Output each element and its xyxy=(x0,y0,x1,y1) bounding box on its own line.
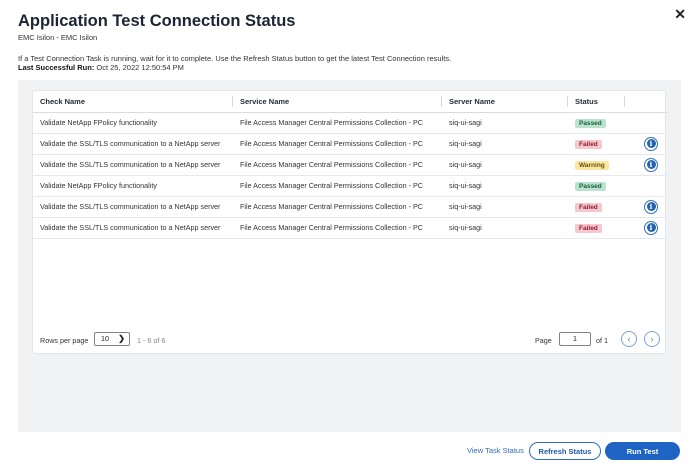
info-icon: i xyxy=(646,223,656,232)
column-header-server-name[interactable]: Server Name xyxy=(442,91,568,113)
cell-service-name: File Access Manager Central Permissions … xyxy=(233,154,442,176)
chevron-right-icon: › xyxy=(650,334,654,344)
table-row: Validate the SSL/TLS communication to a … xyxy=(33,217,667,239)
table-header-row: Check Name Service Name Server Name Stat… xyxy=(33,91,667,113)
refresh-status-button[interactable]: Refresh Status xyxy=(529,442,601,460)
chevron-left-icon: ‹ xyxy=(627,334,631,344)
table-row: Validate the SSL/TLS communication to a … xyxy=(33,154,667,176)
page-subtitle: EMC Isilon - EMC Isilon xyxy=(18,33,98,42)
cell-check-name: Validate NetApp FPolicy functionality xyxy=(33,175,233,197)
last-run: Last Successful Run: Oct 25, 2022 12:50:… xyxy=(18,63,184,72)
chevron-down-icon: ❯ xyxy=(118,334,125,343)
cell-actions xyxy=(625,175,667,197)
column-header-actions xyxy=(625,91,667,113)
info-button[interactable]: i xyxy=(644,199,658,214)
page-label: Page xyxy=(535,336,552,345)
cell-status: Failed xyxy=(568,133,625,155)
results-card: Check Name Service Name Server Name Stat… xyxy=(32,90,667,354)
cell-service-name: File Access Manager Central Permissions … xyxy=(233,112,442,134)
status-badge: Passed xyxy=(575,181,606,191)
last-run-value: Oct 25, 2022 12:50:54 PM xyxy=(96,63,184,72)
cell-service-name: File Access Manager Central Permissions … xyxy=(233,133,442,155)
cell-status: Failed xyxy=(568,196,625,218)
page-total: of 1 xyxy=(596,336,608,345)
info-text: If a Test Connection Task is running, wa… xyxy=(18,54,452,63)
cell-check-name: Validate the SSL/TLS communication to a … xyxy=(33,217,233,239)
content-panel: Check Name Service Name Server Name Stat… xyxy=(18,80,681,432)
page-title: Application Test Connection Status xyxy=(18,12,296,30)
cell-check-name: Validate NetApp FPolicy functionality xyxy=(33,112,233,134)
info-icon: i xyxy=(646,202,656,211)
run-test-button[interactable]: Run Test xyxy=(605,442,680,460)
cell-actions: i xyxy=(625,154,667,176)
pagination-bar: Rows per page 10 ❯ 1 - 6 of 6 Page 1 of … xyxy=(33,327,665,353)
cell-check-name: Validate the SSL/TLS communication to a … xyxy=(33,133,233,155)
cell-service-name: File Access Manager Central Permissions … xyxy=(233,175,442,197)
cell-status: Warning xyxy=(568,154,625,176)
status-badge: Passed xyxy=(575,118,606,128)
cell-status: Failed xyxy=(568,217,625,239)
cell-actions: i xyxy=(625,196,667,218)
cell-actions: i xyxy=(625,133,667,155)
info-button[interactable]: i xyxy=(644,157,658,172)
rows-per-page-select[interactable]: 10 ❯ xyxy=(94,332,130,346)
cell-status: Passed xyxy=(568,112,625,134)
status-badge: Failed xyxy=(575,139,602,149)
status-badge: Warning xyxy=(575,160,609,170)
status-badge: Failed xyxy=(575,202,602,212)
cell-status: Passed xyxy=(568,175,625,197)
table-row: Validate NetApp FPolicy functionality Fil… xyxy=(33,112,667,134)
table-row: Validate the SSL/TLS communication to a … xyxy=(33,133,667,155)
cell-service-name: File Access Manager Central Permissions … xyxy=(233,217,442,239)
table-row: Validate NetApp FPolicy functionality Fil… xyxy=(33,175,667,197)
status-badge: Failed xyxy=(575,223,602,233)
cell-server-name: siq-ui-sagi xyxy=(442,154,568,176)
cell-server-name: siq-ui-sagi xyxy=(442,175,568,197)
previous-page-button[interactable]: ‹ xyxy=(621,331,637,347)
cell-server-name: siq-ui-sagi xyxy=(442,196,568,218)
column-header-service-name[interactable]: Service Name xyxy=(233,91,442,113)
info-button[interactable]: i xyxy=(644,220,658,235)
close-icon[interactable]: ✕ xyxy=(674,6,686,23)
last-run-label: Last Successful Run: xyxy=(18,63,95,72)
info-button[interactable]: i xyxy=(644,136,658,151)
view-task-status-link[interactable]: View Task Status xyxy=(467,446,524,455)
cell-check-name: Validate the SSL/TLS communication to a … xyxy=(33,196,233,218)
column-header-status[interactable]: Status xyxy=(568,91,625,113)
cell-service-name: File Access Manager Central Permissions … xyxy=(233,196,442,218)
rows-per-page-label: Rows per page xyxy=(40,336,89,345)
row-range: 1 - 6 of 6 xyxy=(137,336,166,345)
info-icon: i xyxy=(646,139,656,148)
info-icon: i xyxy=(646,160,656,169)
page-input[interactable]: 1 xyxy=(559,332,591,346)
cell-check-name: Validate the SSL/TLS communication to a … xyxy=(33,154,233,176)
results-table: Check Name Service Name Server Name Stat… xyxy=(33,91,667,239)
next-page-button[interactable]: › xyxy=(644,331,660,347)
cell-actions xyxy=(625,112,667,134)
rows-per-page-value: 10 xyxy=(101,334,109,343)
cell-actions: i xyxy=(625,217,667,239)
cell-server-name: siq-ui-sagi xyxy=(442,133,568,155)
cell-server-name: siq-ui-sagi xyxy=(442,217,568,239)
table-row: Validate the SSL/TLS communication to a … xyxy=(33,196,667,218)
column-header-check-name[interactable]: Check Name xyxy=(33,91,233,113)
cell-server-name: siq-ui-sagi xyxy=(442,112,568,134)
